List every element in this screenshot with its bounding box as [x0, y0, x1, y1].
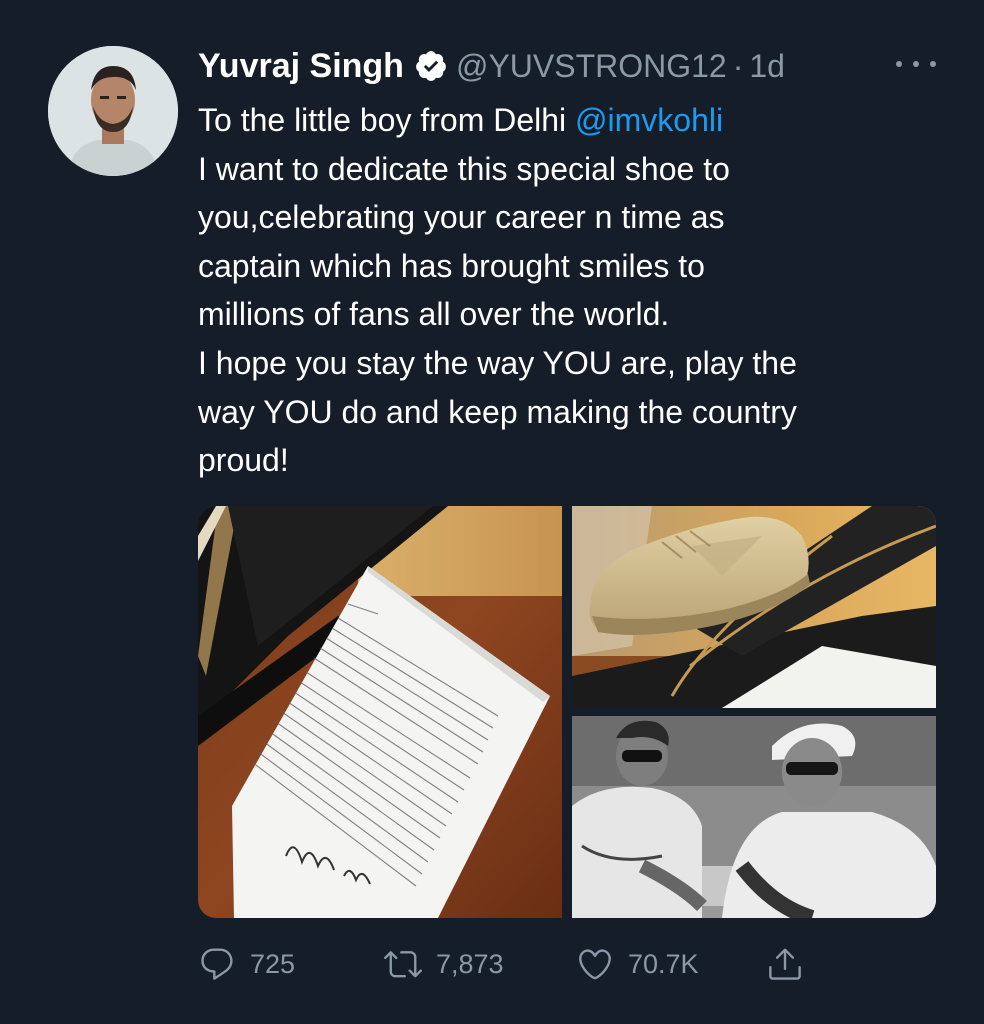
tweet-timestamp[interactable]: 1d [749, 48, 785, 85]
share-icon [769, 948, 801, 980]
handwritten-letter-photo[interactable] [198, 506, 562, 918]
more-options-icon[interactable] [896, 52, 936, 76]
tweet-text-line: way YOU do and keep making the country [198, 393, 797, 430]
share-button[interactable] [766, 936, 804, 992]
tweet[interactable]: Yuvraj Singh @YUVSTRONG12 · 1d To the li… [0, 0, 984, 1024]
retweet-icon [384, 951, 422, 978]
author-handle[interactable]: @YUVSTRONG12 [456, 48, 727, 85]
tweet-text-line: proud! [198, 442, 289, 479]
tweet-text-segment: To the little boy from Delhi [198, 102, 576, 138]
like-count: 70.7K [628, 948, 699, 979]
like-button[interactable]: 70.7K [576, 936, 699, 992]
author-name[interactable]: Yuvraj Singh [198, 47, 404, 86]
avatar[interactable] [48, 46, 178, 176]
mention-link[interactable]: @imvkohli [575, 102, 723, 138]
tweet-header: Yuvraj Singh @YUVSTRONG12 · 1d [198, 40, 785, 92]
reply-icon [201, 948, 233, 980]
tweet-actions: 725 7,873 70.7K [198, 936, 818, 992]
two-men-black-white-photo[interactable] [572, 716, 936, 918]
tweet-text-line: I hope you stay the way YOU are, play th… [198, 344, 797, 381]
retweet-count: 7,873 [436, 948, 504, 979]
tweet-text-line: I want to dedicate this special shoe to [198, 150, 730, 187]
gold-shoe-photo[interactable] [572, 506, 936, 708]
tweet-text-line: you,celebrating your career n time as [198, 199, 725, 236]
verified-badge-icon [414, 49, 448, 83]
tweet-text-line: captain which has brought smiles to [198, 247, 705, 284]
media-grid [198, 506, 936, 918]
reply-button[interactable]: 725 [198, 936, 295, 992]
tweet-text-line: To the little boy from Delhi @imvkohli [198, 96, 958, 145]
reply-count: 725 [250, 948, 296, 979]
retweet-button[interactable]: 7,873 [384, 936, 504, 992]
tweet-text-line: millions of fans all over the world. [198, 296, 670, 333]
tweet-text: To the little boy from Delhi @imvkohli I… [198, 96, 958, 485]
separator-dot: · [732, 47, 744, 84]
like-icon [579, 949, 611, 980]
